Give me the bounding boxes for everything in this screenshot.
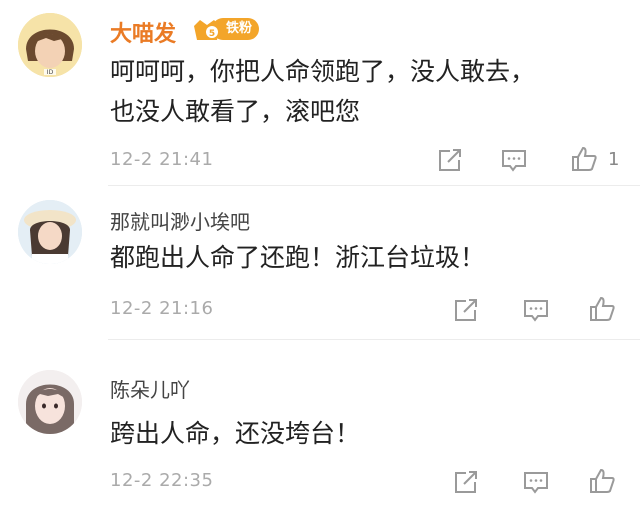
- username[interactable]: 那就叫渺小埃吧: [110, 206, 250, 235]
- comment-icon: [524, 472, 548, 494]
- timestamp: 12-2 21:16: [110, 298, 214, 319]
- comment-button[interactable]: [522, 468, 550, 496]
- thumb-up-icon: [572, 146, 597, 171]
- share-icon: [455, 299, 477, 321]
- comment-text: 跨出人命，还没垮台！: [110, 419, 361, 448]
- comment-icon: [502, 150, 526, 172]
- comment-text-line: 呵呵呵，你把人命领跑了，没人敢去，: [110, 57, 536, 86]
- thumb-up-icon: [590, 296, 615, 321]
- avatar[interactable]: [18, 370, 82, 434]
- share-icon: [439, 149, 461, 171]
- comment-text-line: 也没人敢看了，滚吧您: [110, 97, 361, 126]
- comment-icon: [524, 300, 548, 322]
- thumb-up-icon: [590, 468, 615, 493]
- badge-level: 5: [209, 29, 215, 39]
- like-button[interactable]: [588, 467, 616, 495]
- comment-button[interactable]: [522, 296, 550, 324]
- avatar-caption: ID: [47, 69, 54, 76]
- comment-item: 那就叫渺小埃吧 都跑出人命了还跑！浙江台垃圾！ 12-2 21:16: [0, 186, 640, 340]
- like-count: 1: [608, 149, 620, 170]
- avatar[interactable]: [18, 200, 82, 264]
- timestamp: 12-2 22:35: [110, 470, 214, 491]
- username[interactable]: 陈朵儿吖: [110, 374, 190, 403]
- share-icon: [455, 471, 477, 493]
- username[interactable]: 大喵发: [110, 16, 176, 48]
- like-button[interactable]: [570, 145, 598, 173]
- comment-button[interactable]: [500, 146, 528, 174]
- share-button[interactable]: [436, 146, 464, 174]
- comment-item: ID 大喵发 铁粉 5 呵呵呵，你把人命领跑了，没人敢去， 也没人敢看了，滚吧您…: [0, 0, 640, 186]
- comment-text: 呵呵呵，你把人命领跑了，没人敢去， 也没人敢看了，滚吧您: [110, 52, 610, 132]
- crown-icon: 5: [194, 20, 220, 40]
- share-button[interactable]: [452, 468, 480, 496]
- comment-text: 都跑出人命了还跑！浙江台垃圾！: [110, 243, 486, 272]
- like-button[interactable]: [588, 295, 616, 323]
- share-button[interactable]: [452, 296, 480, 324]
- comment-item: 陈朵儿吖 跨出人命，还没垮台！ 12-2 22:35: [0, 340, 640, 512]
- fan-badge[interactable]: 铁粉 5: [192, 16, 280, 42]
- avatar[interactable]: ID: [18, 13, 82, 77]
- timestamp: 12-2 21:41: [110, 149, 214, 170]
